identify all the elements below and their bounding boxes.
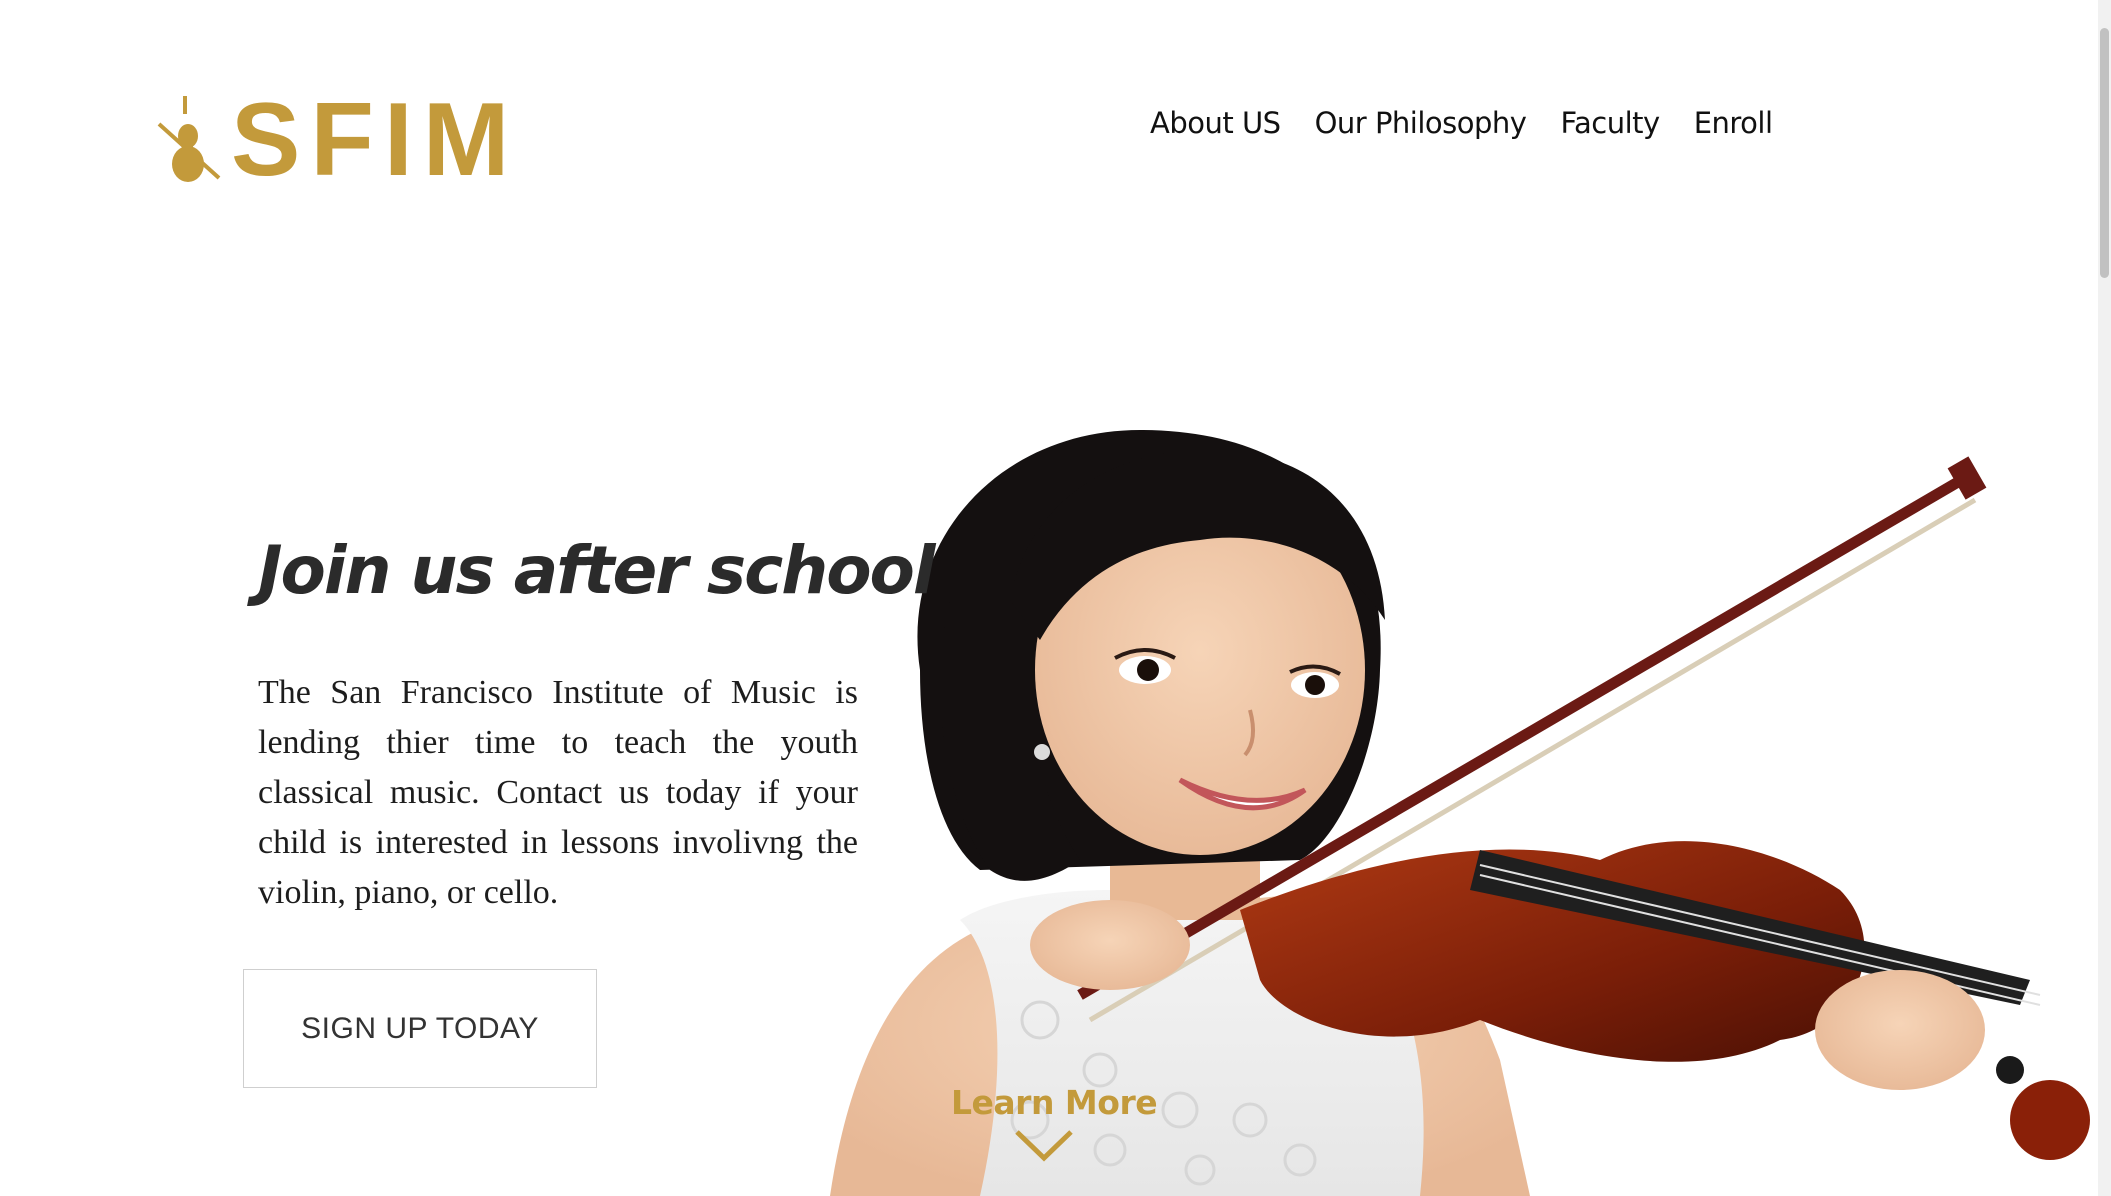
scrollbar-thumb[interactable] [2100,28,2109,278]
logo-text: SFIM [231,82,520,198]
main-nav: About US Our Philosophy Faculty Enroll [1150,106,1773,140]
page-scrollbar[interactable] [2098,0,2111,1196]
learn-more-label: Learn More [951,1083,1158,1122]
nav-enroll[interactable]: Enroll [1694,106,1773,140]
hero-description: The San Francisco Institute of Music is … [258,674,858,911]
nav-faculty[interactable]: Faculty [1560,106,1660,140]
site-logo[interactable]: SFIM [155,88,519,192]
hero-title: Join us after school [258,532,936,609]
nav-about-us[interactable]: About US [1150,106,1281,140]
sign-up-button[interactable]: SIGN UP TODAY [243,969,597,1088]
learn-more-link[interactable]: Learn More [951,1083,1158,1162]
nav-our-philosophy[interactable]: Our Philosophy [1315,106,1527,140]
chevron-down-icon [1015,1130,1073,1162]
violin-icon [157,96,221,182]
sign-up-label: SIGN UP TODAY [301,1011,539,1045]
hero-photo-girl-with-violin [830,430,2090,1196]
